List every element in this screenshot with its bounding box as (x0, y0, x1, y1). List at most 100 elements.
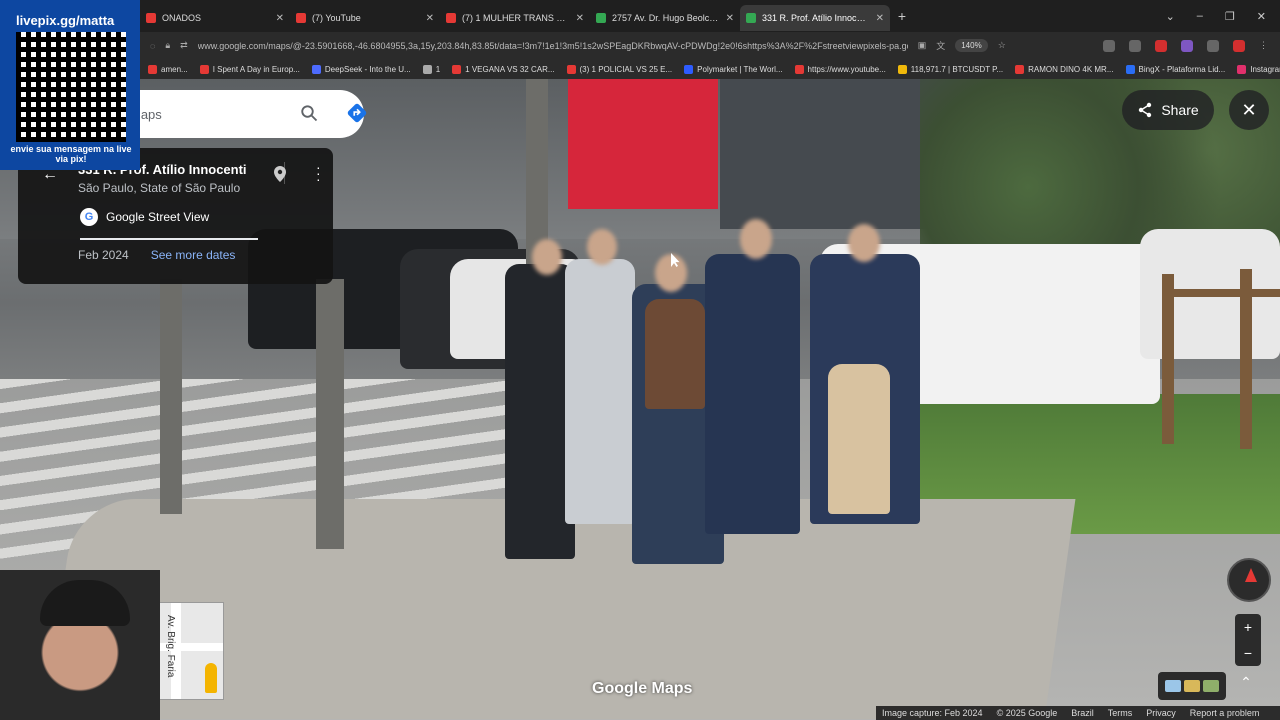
blurred-face (587, 229, 617, 265)
livepix-overlay: livepix.gg/matta envie sua mensagem na l… (0, 0, 140, 170)
extension-icon[interactable] (1103, 39, 1115, 52)
adblock-icon[interactable] (1233, 39, 1245, 52)
tab-3[interactable]: 2757 Av. Dr. Hugo Beolchi - Go ✕ (590, 5, 740, 31)
layer-thumb (1165, 680, 1181, 692)
bookmark-item[interactable]: (3) 1 POLICIAL VS 25 E... (566, 64, 672, 74)
tab-search-icon[interactable]: ⌄ (1166, 10, 1175, 23)
traffic-pole (160, 279, 182, 514)
bookmark-favicon-icon (311, 64, 321, 74)
tab-title: (7) 1 MULHER TRANS RESPONDE (462, 13, 570, 23)
blurred-face (848, 224, 880, 262)
see-more-dates-link[interactable]: See more dates (151, 248, 236, 262)
tab-2[interactable]: (7) 1 MULHER TRANS RESPONDE ✕ (440, 5, 590, 31)
image-capture-text: Image capture: Feb 2024 (882, 708, 983, 718)
compass-needle-icon (1245, 568, 1257, 582)
extension-icon[interactable] (1207, 39, 1219, 52)
bookmark-label: DeepSeek - Into the U... (324, 64, 411, 74)
tab-title: 331 R. Prof. Atílio Innocenti - G (762, 13, 870, 23)
bookmark-favicon-icon (199, 64, 209, 74)
site-settings-icon[interactable]: ⇄ (180, 40, 188, 51)
tab-close-icon[interactable]: ✕ (576, 13, 584, 24)
bookmark-item[interactable]: Polymarket | The Worl... (684, 64, 783, 74)
bookmark-label: amen... (161, 64, 188, 74)
menu-icon[interactable]: ⋮ (1259, 40, 1268, 51)
zoom-controls: + − (1235, 614, 1261, 666)
bookmark-item[interactable]: Instagram (1237, 64, 1280, 74)
zoom-out-button[interactable]: − (1244, 645, 1252, 661)
tab-4[interactable]: 331 R. Prof. Atílio Innocenti - G ✕ (740, 5, 890, 31)
translate-icon[interactable]: 文 (936, 39, 945, 52)
close-streetview-button[interactable]: ✕ (1229, 90, 1269, 130)
bookmark-item[interactable]: 118,971.7 | BTCUSDT P... (897, 64, 1004, 74)
bookmark-item[interactable]: 1 VEGANA VS 32 CAR... (452, 64, 555, 74)
share-button[interactable]: Share (1122, 90, 1214, 130)
location-pin-icon[interactable] (274, 166, 286, 182)
bookmark-label: BingX - Plataforma Lid... (1138, 64, 1226, 74)
streamer-webcam (0, 570, 160, 720)
address-bar[interactable]: ◌ 🔒︎ ⇄ www.google.com/maps/@-23.5901668,… (150, 35, 1103, 56)
more-options-icon[interactable]: · · · (316, 160, 321, 186)
favicon-icon (146, 13, 156, 23)
restore-icon[interactable]: ❐ (1225, 10, 1235, 23)
layers-button[interactable] (1158, 672, 1226, 700)
bookmark-item[interactable]: DeepSeek - Into the U... (311, 64, 411, 74)
bookmark-label: 118,971.7 | BTCUSDT P... (910, 64, 1004, 74)
tab-title: ONADOS (162, 13, 202, 23)
bookmark-label: 1 (435, 64, 441, 74)
report-problem-link[interactable]: Report a problem (1190, 708, 1260, 718)
tab-title: (7) YouTube (312, 13, 361, 23)
tab-bar: ONADOS ✕ (7) YouTube ✕ (7) 1 MULHER TRANS RE… (0, 0, 1280, 32)
bookmark-item[interactable]: RAMON DINO 4K MR... (1015, 64, 1114, 74)
compass-button[interactable] (1227, 558, 1271, 602)
provider-label: Google Street View (106, 210, 210, 224)
extensions: ⋮ (1103, 39, 1280, 52)
close-icon: ✕ (1241, 99, 1257, 120)
favicon-icon (296, 13, 306, 23)
url-text[interactable]: www.google.com/maps/@-23.5901668,-46.680… (198, 41, 908, 51)
google-maps-watermark: Google Maps (592, 680, 693, 697)
directions-icon[interactable] (346, 102, 368, 124)
bookmark-favicon-icon (1015, 64, 1025, 74)
share-label: Share (1161, 102, 1199, 118)
shield-icon[interactable]: ◌ (150, 41, 155, 51)
bookmark-item[interactable]: BingX - Plataforma Lid... (1125, 64, 1226, 74)
fence-rail (1170, 289, 1280, 297)
webcam-cap (40, 580, 130, 626)
blurred-face (532, 239, 562, 275)
lock-icon[interactable]: 🔒︎ (165, 40, 170, 51)
capture-date: Feb 2024 (78, 248, 129, 262)
window-close-icon[interactable]: ✕ (1257, 10, 1266, 23)
favicon-icon (596, 13, 606, 23)
bookmark-label: RAMON DINO 4K MR... (1028, 64, 1114, 74)
tab-close-icon[interactable]: ✕ (876, 13, 884, 24)
tab-0[interactable]: ONADOS ✕ (140, 5, 290, 31)
tab-close-icon[interactable]: ✕ (276, 13, 284, 24)
country-link[interactable]: Brazil (1071, 708, 1094, 718)
zoom-indicator[interactable]: 140% (955, 39, 988, 52)
terms-link[interactable]: Terms (1108, 708, 1133, 718)
pegman-icon[interactable] (205, 663, 217, 693)
install-icon[interactable]: ▣ (918, 40, 927, 51)
window-controls: ⌄ – ❐ ✕ (1166, 10, 1280, 23)
tab-1[interactable]: (7) YouTube ✕ (290, 5, 440, 31)
new-tab-button[interactable]: + (890, 8, 914, 24)
extension-icon[interactable] (1155, 39, 1167, 52)
lamp-pole (316, 279, 344, 549)
tab-close-icon[interactable]: ✕ (726, 13, 734, 24)
minimize-icon[interactable]: – (1197, 10, 1203, 23)
tab-close-icon[interactable]: ✕ (426, 13, 434, 24)
extension-icon[interactable] (1129, 39, 1141, 52)
bookmark-item[interactable]: amen... (148, 64, 188, 74)
search-icon[interactable] (300, 104, 318, 122)
copyright-text: © 2025 Google (996, 708, 1058, 718)
bookmark-item[interactable]: I Spent A Day in Europ... (199, 64, 300, 74)
bookmark-star-icon[interactable]: ☆ (998, 40, 1006, 51)
extension-icon[interactable] (1181, 39, 1193, 52)
bookmark-item[interactable]: https://www.youtube... (794, 64, 886, 74)
livepix-brand: livepix.gg/matta (16, 13, 115, 28)
bookmark-item[interactable]: 1 (422, 64, 441, 74)
fence-post (1162, 274, 1174, 444)
expand-icon[interactable]: ⌃ (1232, 674, 1260, 698)
privacy-link[interactable]: Privacy (1146, 708, 1176, 718)
zoom-in-button[interactable]: + (1244, 619, 1252, 635)
